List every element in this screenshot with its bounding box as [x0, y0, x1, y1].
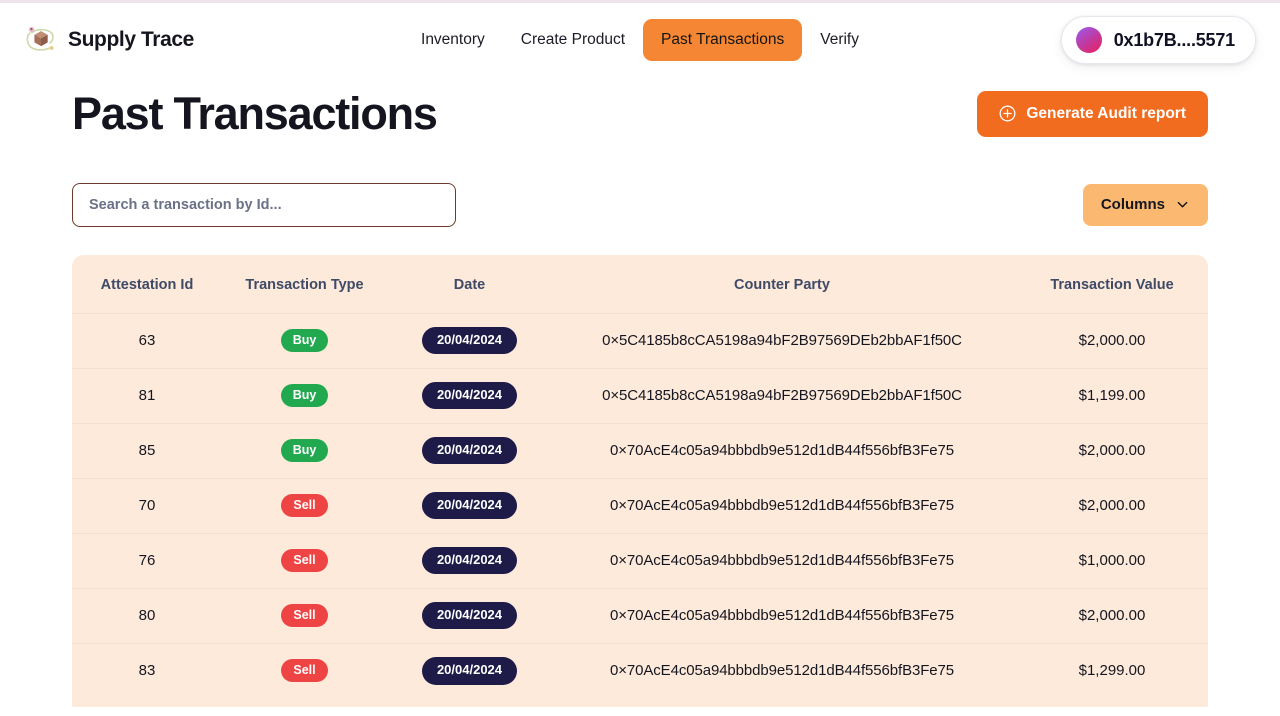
date-pill: 20/04/2024	[421, 436, 518, 465]
cell-attestation-id: 81	[138, 387, 156, 404]
transaction-type-badge: Buy	[280, 438, 329, 463]
table-row[interactable]: 85 Buy 20/04/2024 0×70AcE4c05a94bbbdb9e512d…	[72, 423, 1208, 478]
package-trace-logo-icon	[26, 26, 54, 51]
cell-date: 20/04/2024	[387, 313, 552, 368]
table-row[interactable]: 76 Sell 20/04/2024 0×70AcE4c05a94bbbdb9e512…	[72, 533, 1208, 588]
date-pill: 20/04/2024	[421, 601, 518, 630]
table-toolbar: Columns	[72, 182, 1208, 227]
columns-button-label: Columns	[1100, 196, 1165, 213]
table-body: 63 Buy 20/04/2024 0×5C4185b8cCA5198a94bF2B9…	[72, 313, 1208, 698]
cell-counter-party: 0×70AcE4c05a94bbbdb9e512d1dB44f556bfB3Fe…	[609, 442, 955, 459]
cell-date: 20/04/2024	[387, 533, 552, 588]
cell-transaction-value: $2,000.00	[1078, 497, 1146, 514]
table-row[interactable]: 70 Sell 20/04/2024 0×70AcE4c05a94bbbdb9e512…	[72, 478, 1208, 533]
cell-attestation-id: 83	[138, 662, 156, 680]
date-pill: 20/04/2024	[421, 546, 518, 575]
cell-counter-party: 0×5C4185b8cCA5198a94bF2B97569DEb2bbAF1f5…	[602, 387, 962, 404]
table-header-row: Attestation Id Transaction Type Date Cou…	[72, 254, 1208, 313]
transaction-type-badge: Buy	[280, 328, 329, 353]
table-header: Attestation Id Transaction Type Date Cou…	[72, 254, 1208, 313]
cell-counter-party: 0×70AcE4c05a94bbbdb9e512d1dB44f556bfB3Fe…	[609, 497, 955, 514]
column-header-transaction-type[interactable]: Transaction Type	[222, 254, 387, 313]
cell-transaction-type: Sell	[222, 478, 387, 533]
transaction-type-badge: Sell	[281, 659, 328, 683]
cell-transaction-type: Sell	[222, 643, 387, 698]
cell-attestation-id: 80	[138, 607, 156, 624]
cell-transaction-type: Sell	[222, 588, 387, 643]
column-header-date[interactable]: Date	[387, 254, 552, 313]
chevron-down-icon	[1177, 201, 1188, 208]
nav-item-verify[interactable]: Verify	[802, 19, 877, 61]
nav-item-create-product[interactable]: Create Product	[503, 19, 643, 61]
cell-transaction-type: Buy	[222, 313, 387, 368]
cell-transaction-type: Sell	[222, 533, 387, 588]
cell-transaction-value: $1,000.00	[1078, 552, 1146, 569]
date-pill: 20/04/2024	[421, 656, 518, 685]
transaction-type-badge: Buy	[280, 383, 329, 408]
table-row[interactable]: 83 Sell 20/04/2024 0×70AcE4c05a94bbbdb9e512…	[72, 643, 1208, 698]
brand-name: Supply Trace	[68, 28, 194, 51]
cell-transaction-type: Buy	[222, 423, 387, 478]
cell-counter-party: 0×5C4185b8cCA5198a94bF2B97569DEb2bbAF1f5…	[602, 332, 962, 349]
cell-transaction-value: $2,000.00	[1078, 332, 1146, 349]
generate-audit-report-button[interactable]: Generate Audit report	[977, 90, 1208, 137]
cell-counter-party: 0×70AcE4c05a94bbbdb9e512d1dB44f556bfB3Fe…	[609, 552, 955, 569]
date-pill: 20/04/2024	[421, 381, 518, 410]
cell-counter-party: 0×70AcE4c05a94bbbdb9e512d1dB44f556bfB3Fe…	[609, 607, 955, 624]
date-pill: 20/04/2024	[421, 491, 518, 520]
transaction-type-badge: Sell	[281, 548, 328, 573]
cell-attestation-id: 85	[138, 442, 156, 459]
nav-item-inventory[interactable]: Inventory	[403, 19, 503, 61]
cell-date: 20/04/2024	[387, 478, 552, 533]
cell-date: 20/04/2024	[387, 643, 552, 698]
table-row[interactable]: 63 Buy 20/04/2024 0×5C4185b8cCA5198a94bF2B9…	[72, 313, 1208, 368]
cell-attestation-id: 70	[138, 497, 156, 514]
column-header-counter-party[interactable]: Counter Party	[552, 254, 1012, 313]
cell-attestation-id: 63	[138, 332, 156, 349]
wallet-address: 0x1b7B....5571	[1113, 29, 1235, 50]
columns-button[interactable]: Columns	[1082, 183, 1208, 226]
cell-transaction-type: Buy	[222, 368, 387, 423]
generate-audit-report-label: Generate Audit report	[1026, 104, 1186, 122]
transactions-table: Attestation Id Transaction Type Date Cou…	[72, 254, 1208, 698]
cell-transaction-value: $2,000.00	[1078, 607, 1146, 624]
transaction-type-badge: Sell	[281, 603, 328, 628]
cell-counter-party: 0×70AcE4c05a94bbbdb9e512d1dB44f556bfB3Fe…	[609, 662, 955, 680]
cell-transaction-value: $2,000.00	[1078, 442, 1146, 459]
cell-date: 20/04/2024	[387, 588, 552, 643]
page-title: Past Transactions	[72, 88, 438, 139]
cell-date: 20/04/2024	[387, 368, 552, 423]
app-header: Supply Trace Inventory Create Product Pa…	[0, 3, 1280, 77]
table-row[interactable]: 80 Sell 20/04/2024 0×70AcE4c05a94bbbdb9e512…	[72, 588, 1208, 643]
cell-transaction-value: $1,199.00	[1078, 387, 1146, 404]
search-input[interactable]	[72, 182, 456, 227]
brand[interactable]: Supply Trace	[24, 23, 194, 57]
wallet-avatar-icon	[1075, 27, 1102, 53]
column-header-attestation-id[interactable]: Attestation Id	[72, 254, 222, 313]
transaction-type-badge: Sell	[281, 493, 328, 518]
cell-transaction-value: $1,299.00	[1078, 662, 1146, 680]
cell-date: 20/04/2024	[387, 423, 552, 478]
date-pill: 20/04/2024	[421, 326, 518, 355]
page-content: Past Transactions Generate Audit report …	[0, 77, 1280, 707]
wallet-button[interactable]: 0x1b7B....5571	[1060, 16, 1256, 64]
cell-attestation-id: 76	[138, 552, 156, 569]
plus-circle-icon	[999, 105, 1016, 122]
main-nav: Inventory Create Product Past Transactio…	[403, 19, 877, 61]
column-header-transaction-value[interactable]: Transaction Value	[1012, 254, 1208, 313]
nav-item-past-transactions[interactable]: Past Transactions	[643, 19, 803, 61]
table-row[interactable]: 81 Buy 20/04/2024 0×5C4185b8cCA5198a94bF2B9…	[72, 368, 1208, 423]
page-header-row: Past Transactions Generate Audit report	[72, 77, 1208, 139]
transactions-table-container: Attestation Id Transaction Type Date Cou…	[72, 254, 1208, 707]
